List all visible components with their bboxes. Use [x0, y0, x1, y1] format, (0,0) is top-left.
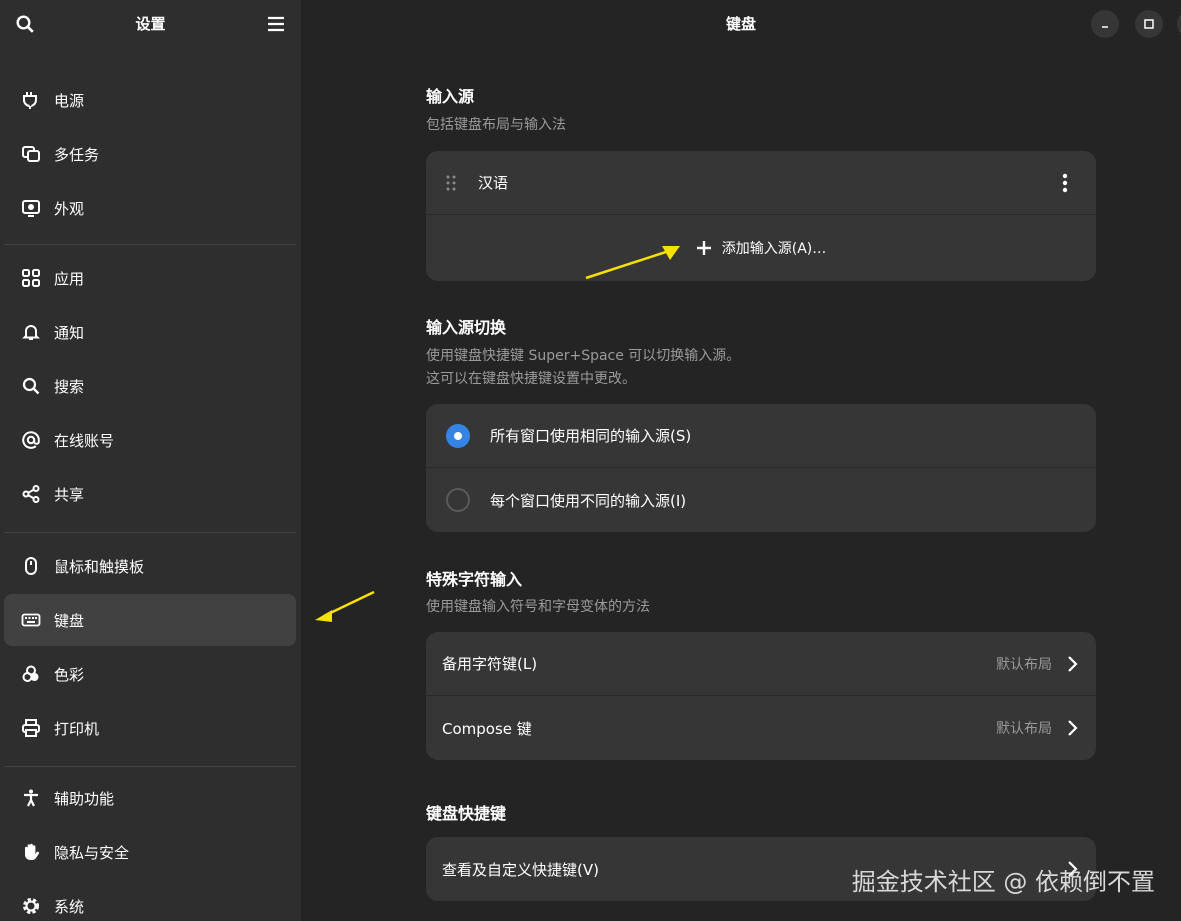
- sidebar-item-label: 外观: [54, 199, 85, 218]
- maximize-button[interactable]: [1135, 10, 1163, 38]
- sidebar-item-sharing[interactable]: 共享: [4, 468, 296, 520]
- section-title-input-sources: 输入源: [426, 87, 475, 106]
- section-description: 包括键盘布局与输入法: [426, 117, 566, 133]
- sidebar-item-privacy[interactable]: 隐私与安全: [4, 826, 296, 878]
- section-title-special-chars: 特殊字符输入: [426, 570, 523, 589]
- page-title: 键盘: [725, 15, 756, 33]
- sidebar-item-label: 键盘: [54, 611, 85, 630]
- power-plug-icon: [20, 89, 42, 111]
- apps-grid-icon: [20, 267, 42, 289]
- sidebar-item-label: 系统: [54, 897, 85, 916]
- multitasking-icon: [20, 143, 42, 165]
- sidebar: 声音 电源 多任务 外观: [0, 0, 301, 921]
- section-description: 使用键盘快捷键 Super+Space 可以切换输入源。: [426, 348, 741, 364]
- radio-button[interactable]: [446, 488, 470, 512]
- add-input-source-label: 添加输入源(A)…: [721, 241, 827, 257]
- sidebar-item-label: 鼠标和触摸板: [54, 557, 145, 576]
- input-source-label: 汉语: [478, 174, 509, 192]
- annotation-arrow-keyboard: [315, 590, 375, 622]
- radio-row-different-source[interactable]: 每个窗口使用不同的输入源(I): [426, 468, 1096, 532]
- share-icon: [20, 483, 42, 505]
- input-source-row[interactable]: 汉语: [426, 151, 1096, 215]
- sidebar-title: 设置: [135, 15, 166, 33]
- switching-card: 所有窗口使用相同的输入源(S) 每个窗口使用不同的输入源(I): [426, 404, 1096, 532]
- more-options-icon[interactable]: [1062, 173, 1068, 193]
- accessibility-icon: [20, 787, 42, 809]
- watermark-text: 掘金技术社区 @ 依赖倒不置: [851, 868, 1155, 896]
- add-input-source-button[interactable]: 添加输入源(A)…: [426, 215, 1096, 281]
- special-chars-card: 备用字符键(L) 默认布局 Compose 键 默认布局: [426, 632, 1096, 760]
- main-menu-button[interactable]: [259, 7, 293, 41]
- at-icon: [20, 429, 42, 451]
- drag-handle-icon[interactable]: [444, 174, 458, 192]
- minimize-icon: [1102, 26, 1108, 28]
- section-description: 使用键盘输入符号和字母变体的方法: [426, 599, 650, 615]
- sidebar-item-label: 电源: [54, 91, 85, 110]
- hand-icon: [20, 841, 42, 863]
- row-value: 默认布局: [996, 656, 1052, 673]
- sidebar-item-label: 搜索: [54, 377, 85, 396]
- sidebar-item-keyboard[interactable]: 键盘: [4, 594, 296, 646]
- appearance-icon: [20, 197, 42, 219]
- sidebar-item-online-accounts[interactable]: 在线账号: [4, 414, 296, 466]
- sidebar-item-power[interactable]: 电源: [4, 74, 296, 126]
- search-icon: [20, 375, 42, 397]
- sidebar-item-label: 色彩: [54, 665, 85, 684]
- sidebar-item-label: 在线账号: [54, 431, 115, 450]
- input-sources-card: 汉语 添加输入源(A)…: [426, 151, 1096, 281]
- sidebar-item-mouse-touchpad[interactable]: 鼠标和触摸板: [4, 540, 296, 592]
- hamburger-menu-icon: [268, 16, 284, 32]
- minimize-button[interactable]: [1091, 10, 1119, 38]
- sidebar-item-accessibility[interactable]: 辅助功能: [4, 772, 296, 824]
- plus-icon: [696, 241, 711, 255]
- section-title-switching: 输入源切换: [426, 318, 507, 337]
- keyboard-icon: [20, 609, 42, 631]
- radio-button-selected[interactable]: [446, 423, 470, 448]
- sidebar-divider: [4, 244, 296, 245]
- sidebar-item-apps[interactable]: 应用: [4, 252, 296, 304]
- sidebar-item-system[interactable]: 系统: [4, 880, 296, 921]
- color-icon: [20, 663, 42, 685]
- sidebar-item-label: 多任务: [54, 145, 100, 164]
- sidebar-divider: [4, 766, 296, 767]
- sidebar-item-search[interactable]: 搜索: [4, 360, 296, 412]
- radio-label: 所有窗口使用相同的输入源(S): [490, 427, 692, 445]
- sidebar-item-notifications[interactable]: 通知: [4, 306, 296, 358]
- sidebar-divider: [4, 532, 296, 533]
- content-header: 键盘: [301, 0, 1181, 48]
- sidebar-item-multitasking[interactable]: 多任务: [4, 128, 296, 180]
- bell-icon: [20, 321, 42, 343]
- section-description: 这可以在键盘快捷键设置中更改。: [426, 371, 636, 387]
- sidebar-item-label: 隐私与安全: [54, 843, 130, 862]
- sidebar-item-appearance[interactable]: 外观: [4, 182, 296, 234]
- row-label: 查看及自定义快捷键(V): [442, 860, 599, 879]
- compose-key-row[interactable]: Compose 键 默认布局: [426, 696, 1096, 760]
- radio-label: 每个窗口使用不同的输入源(I): [490, 491, 687, 510]
- alternate-chars-key-row[interactable]: 备用字符键(L) 默认布局: [426, 632, 1096, 696]
- chevron-right-icon: [1068, 656, 1078, 672]
- chevron-right-icon: [1068, 720, 1078, 736]
- sidebar-item-label: 打印机: [54, 719, 100, 738]
- row-label: 备用字符键(L): [442, 655, 538, 673]
- sidebar-item-label: 辅助功能: [54, 789, 115, 808]
- row-value: 默认布局: [996, 721, 1052, 737]
- section-title-shortcuts: 键盘快捷键: [426, 804, 507, 823]
- sidebar-item-label: 共享: [54, 485, 85, 504]
- settings-window: 声音 电源 多任务 外观: [0, 0, 1181, 921]
- sidebar-item-label: 通知: [54, 323, 85, 342]
- sidebar-item-printers[interactable]: 打印机: [4, 702, 296, 754]
- sidebar-header: 设置: [0, 0, 301, 48]
- maximize-icon: [1144, 19, 1154, 29]
- sidebar-item-color[interactable]: 色彩: [4, 648, 296, 700]
- sidebar-item-label: 应用: [54, 269, 85, 288]
- mouse-icon: [20, 555, 42, 577]
- gear-icon: [20, 895, 42, 917]
- radio-row-same-source[interactable]: 所有窗口使用相同的输入源(S): [426, 404, 1096, 468]
- row-label: Compose 键: [442, 719, 532, 738]
- printer-icon: [20, 717, 42, 739]
